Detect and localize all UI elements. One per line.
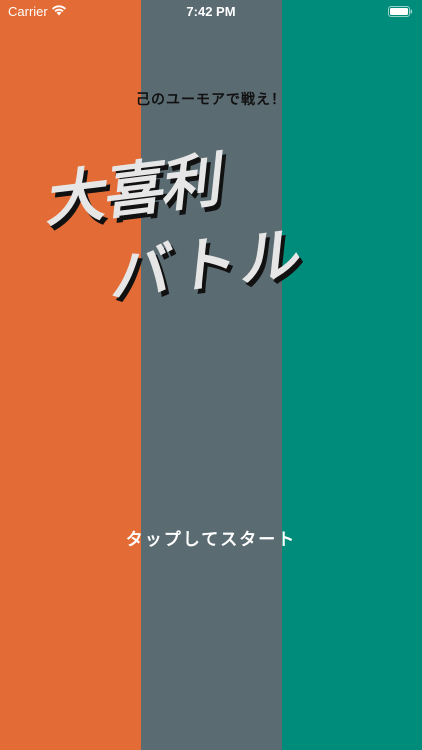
background-stripe-orange xyxy=(0,0,141,750)
background-stripe-gray xyxy=(141,0,282,750)
subtitle: 己のユーモアで戦え！ xyxy=(136,92,286,108)
background-stripe-teal xyxy=(282,0,422,750)
status-time: 7:42 PM xyxy=(186,4,236,19)
battery-icon xyxy=(388,5,413,17)
tap-to-start-button[interactable]: タップしてスタート xyxy=(0,525,422,550)
status-bar: Carrier 7:42 PM xyxy=(0,0,422,24)
